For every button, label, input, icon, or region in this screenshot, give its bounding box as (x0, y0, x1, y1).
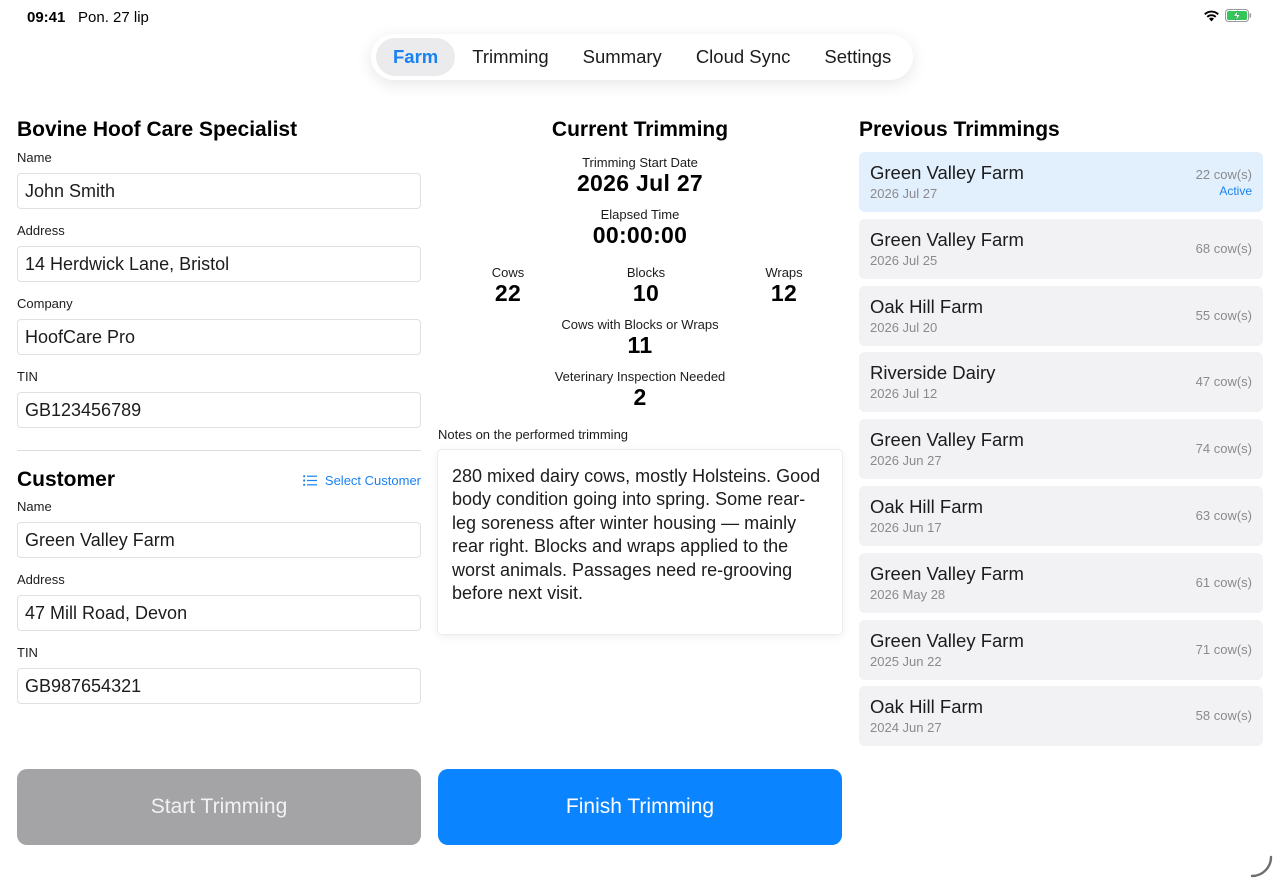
counts-row: Cows 22 Blocks 10 Wraps 12 (438, 265, 842, 307)
tab-cloud-sync[interactable]: Cloud Sync (679, 38, 808, 76)
list-item[interactable]: Green Valley Farm 2026 May 28 61 cow(s) (859, 552, 1263, 613)
wifi-icon (1204, 10, 1219, 22)
list-item[interactable]: Green Valley Farm 2026 Jun 27 74 cow(s) (859, 419, 1263, 480)
battery-charging-icon (1225, 9, 1252, 22)
specialist-name-label: Name (17, 150, 52, 165)
elapsed-time-value: 00:00:00 (592, 222, 688, 248)
blocks-label: Blocks (626, 265, 666, 280)
status-date: Pon. 27 lip (78, 9, 149, 26)
notes-textarea[interactable]: 280 mixed dairy cows, mostly Holsteins. … (438, 450, 842, 634)
blocks-or-wraps-label: Cows with Blocks or Wraps (561, 317, 719, 332)
start-trimming-button[interactable]: Start Trimming (17, 769, 421, 845)
list-item[interactable]: Green Valley Farm 2025 Jun 22 71 cow(s) (859, 619, 1263, 680)
notes-label: Notes on the performed trimming (438, 427, 629, 442)
elapsed-time-label: Elapsed Time (600, 207, 680, 222)
select-customer-label: Select Customer (324, 472, 421, 488)
customer-address-label: Address (17, 572, 65, 587)
list-item[interactable]: Oak Hill Farm 2026 Jun 17 63 cow(s) (859, 485, 1263, 546)
section-divider (17, 450, 421, 451)
list-item[interactable]: Green Valley Farm 2026 Jul 27 22 cow(s) … (859, 152, 1263, 212)
specialist-tin-label: TIN (17, 369, 38, 384)
start-date-label: Trimming Start Date (582, 155, 698, 170)
list-item-count: 68 cow(s) (1195, 240, 1252, 256)
list-item-date: 2025 Jun 22 (870, 653, 942, 669)
list-item-date: 2026 Jul 27 (870, 186, 938, 201)
blocks-or-wraps-value: 11 (627, 332, 653, 358)
status-icons (1203, 9, 1252, 22)
wraps-value: 12 (770, 280, 798, 306)
list-item-count: 71 cow(s) (1195, 641, 1252, 657)
list-item-farm: Oak Hill Farm (870, 495, 984, 517)
specialist-company-field[interactable]: HoofCare Pro (17, 319, 421, 355)
list-item-count: 74 cow(s) (1195, 441, 1252, 457)
list-item-farm: Riverside Dairy (870, 362, 996, 384)
tab-bar: Farm Trimming Summary Cloud Sync Setting… (371, 34, 914, 80)
list-item-date: 2026 Jun 27 (870, 453, 942, 469)
status-bar: 09:41 Pon. 27 lip (0, 0, 1280, 34)
finish-trimming-button[interactable]: Finish Trimming (438, 769, 842, 845)
list-item-farm: Green Valley Farm (870, 162, 1024, 183)
tab-summary[interactable]: Summary (566, 38, 679, 76)
customer-name-label: Name (17, 499, 52, 514)
list-item-date: 2026 Jul 25 (870, 252, 938, 268)
list-icon (303, 474, 317, 486)
list-item-date: 2024 Jun 27 (870, 720, 942, 736)
tab-trimming[interactable]: Trimming (455, 38, 565, 76)
cows-label: Cows (491, 265, 525, 280)
previous-trimmings-panel: Previous Trimmings Green Valley Farm 202… (859, 118, 1263, 753)
customer-header: Customer Select Customer (17, 468, 421, 492)
list-item[interactable]: Oak Hill Farm 2024 Jun 27 58 cow(s) (859, 686, 1263, 747)
customer-tin-label: TIN (17, 645, 38, 660)
active-badge: Active (1219, 184, 1252, 198)
tab-settings[interactable]: Settings (807, 38, 908, 76)
list-item-count: 55 cow(s) (1195, 307, 1252, 323)
list-item-count: 47 cow(s) (1195, 374, 1252, 390)
wraps-label: Wraps (765, 265, 803, 280)
vet-inspection-label: Veterinary Inspection Needed (554, 369, 726, 384)
specialist-tin-field[interactable]: GB123456789 (17, 392, 421, 428)
customer-title: Customer (17, 468, 116, 491)
list-item-farm: Green Valley Farm (870, 228, 1024, 250)
cows-stat: Cows 22 (478, 265, 538, 307)
specialist-name-field[interactable]: John Smith (17, 173, 421, 209)
list-item-date: 2026 Jul 12 (870, 386, 938, 402)
list-item-count: 58 cow(s) (1195, 708, 1252, 724)
blocks-stat: Blocks 10 (616, 265, 676, 307)
wraps-stat: Wraps 12 (754, 265, 814, 307)
list-item-farm: Oak Hill Farm (870, 696, 984, 718)
list-item-count: 61 cow(s) (1195, 574, 1252, 590)
select-customer-button[interactable]: Select Customer (303, 473, 421, 488)
specialist-company-label: Company (17, 296, 73, 311)
tab-farm[interactable]: Farm (376, 38, 456, 76)
list-item[interactable]: Green Valley Farm 2026 Jul 25 68 cow(s) (859, 218, 1263, 279)
list-item-date: 2026 Jun 17 (870, 519, 942, 535)
previous-trimmings-title: Previous Trimmings (859, 118, 1060, 141)
list-item-farm: Oak Hill Farm (870, 295, 984, 317)
list-item-count: 63 cow(s) (1195, 507, 1252, 523)
specialist-address-field[interactable]: 14 Herdwick Lane, Bristol (17, 246, 421, 282)
list-item-date: 2026 Jul 20 (870, 319, 938, 335)
start-date-value: 2026 Jul 27 (576, 170, 704, 196)
specialist-title: Bovine Hoof Care Specialist (17, 118, 298, 141)
status-time: 09:41 (27, 9, 66, 26)
list-item[interactable]: Riverside Dairy 2026 Jul 12 47 cow(s) (859, 352, 1263, 413)
list-item-farm: Green Valley Farm (870, 629, 1024, 651)
corner-resize-icon (1250, 855, 1273, 878)
list-item-date: 2026 May 28 (870, 586, 946, 602)
customer-name-field[interactable]: Green Valley Farm (17, 522, 421, 558)
list-item-farm: Green Valley Farm (870, 562, 1024, 584)
current-trimming-title: Current Trimming (551, 118, 729, 141)
list-item[interactable]: Oak Hill Farm 2026 Jul 20 55 cow(s) (859, 285, 1263, 346)
list-item-count: 22 cow(s) (1195, 167, 1252, 182)
vet-inspection-value: 2 (633, 384, 647, 410)
specialist-address-label: Address (17, 223, 65, 238)
cows-value: 22 (494, 280, 522, 306)
current-trimming-panel: Current Trimming Trimming Start Date 202… (438, 118, 842, 634)
previous-trimmings-list: Green Valley Farm 2026 Jul 27 22 cow(s) … (859, 152, 1263, 747)
customer-tin-field[interactable]: GB987654321 (17, 668, 421, 704)
customer-address-field[interactable]: 47 Mill Road, Devon (17, 595, 421, 631)
list-item-farm: Green Valley Farm (870, 429, 1024, 451)
blocks-value: 10 (632, 280, 660, 306)
specialist-customer-panel: Bovine Hoof Care Specialist Name John Sm… (17, 118, 421, 704)
